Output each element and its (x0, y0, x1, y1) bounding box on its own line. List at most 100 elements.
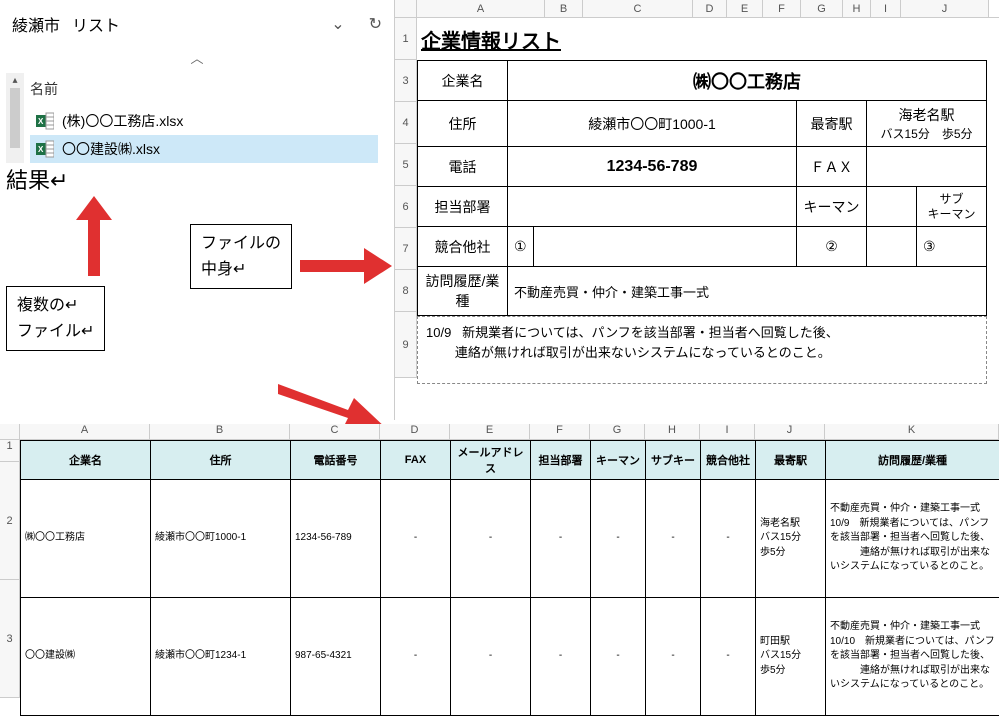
result-cell[interactable]: - (451, 598, 531, 716)
col-header[interactable]: H (843, 0, 871, 17)
result-cell[interactable]: - (591, 598, 646, 716)
col-header[interactable]: B (150, 424, 290, 440)
result-cell[interactable]: 不動産売買・仲介・建築工事一式 10/10 新規業者については、パンフを該当部署… (826, 598, 999, 716)
col-header[interactable]: K (825, 424, 999, 440)
col-header[interactable]: J (755, 424, 825, 440)
select-all-cell[interactable] (395, 0, 417, 17)
result-cell[interactable]: ㈱〇〇工務店 (21, 480, 151, 598)
result-cell[interactable]: 町田駅 バス15分 歩5分 (756, 598, 826, 716)
row-header[interactable]: 3 (395, 60, 417, 102)
result-header-cell[interactable]: サブキー (646, 441, 701, 480)
result-header-cell[interactable]: 競合他社 (701, 441, 756, 480)
company-info-table[interactable]: 企業名 ㈱〇〇工務店 住所 綾瀬市〇〇町1000-1 最寄駅 海老名駅 バス15… (417, 60, 987, 316)
col-header[interactable]: A (417, 0, 545, 17)
result-header-cell[interactable]: 企業名 (21, 441, 151, 480)
label-visit[interactable]: 訪問履歴/業種 (418, 267, 508, 316)
result-header-cell[interactable]: FAX (381, 441, 451, 480)
col-header[interactable]: J (901, 0, 989, 17)
col-header[interactable]: I (700, 424, 755, 440)
label-competitor[interactable]: 競合他社 (418, 227, 508, 267)
value-address[interactable]: 綾瀬市〇〇町1000-1 (508, 101, 797, 147)
result-header-cell[interactable]: メールアドレス (451, 441, 531, 480)
row-header[interactable]: 8 (395, 270, 417, 312)
result-cell[interactable]: - (591, 480, 646, 598)
result-cell[interactable]: - (381, 480, 451, 598)
result-cell[interactable]: - (531, 480, 591, 598)
col-header[interactable]: C (290, 424, 380, 440)
memo-cell[interactable]: 10/9 新規業者については、パンフを該当部署・担当者へ回覧した後、 連絡が無け… (417, 316, 987, 384)
sheet-title[interactable]: 企業情報リスト (417, 18, 999, 60)
col-header[interactable]: C (583, 0, 693, 17)
result-cell[interactable]: - (701, 598, 756, 716)
label-dept[interactable]: 担当部署 (418, 187, 508, 227)
col-header[interactable]: A (20, 424, 150, 440)
result-header-cell[interactable]: 最寄駅 (756, 441, 826, 480)
row-header[interactable]: 4 (395, 102, 417, 144)
result-cell[interactable]: 綾瀬市〇〇町1000-1 (151, 480, 291, 598)
view-mode-label[interactable]: リスト (72, 12, 120, 36)
value-company[interactable]: ㈱〇〇工務店 (508, 61, 987, 101)
row-header[interactable]: 9 (395, 312, 417, 378)
comp-val2[interactable] (867, 227, 917, 267)
name-column-header[interactable]: 名前 (30, 73, 378, 107)
col-header[interactable]: I (871, 0, 901, 17)
label-keyman[interactable]: キーマン (797, 187, 867, 227)
comp-num2[interactable]: ② (797, 227, 867, 267)
row-header[interactable]: 1 (395, 18, 417, 60)
select-all-cell[interactable] (0, 424, 20, 440)
label-subkeyman[interactable]: サブ キーマン (917, 187, 987, 227)
result-cell[interactable]: - (701, 480, 756, 598)
label-phone[interactable]: 電話 (418, 147, 508, 187)
result-header-cell[interactable]: 担当部署 (531, 441, 591, 480)
result-cell[interactable]: 〇〇建設㈱ (21, 598, 151, 716)
col-header[interactable]: D (693, 0, 727, 17)
scroll-thumb[interactable] (10, 88, 20, 148)
col-header[interactable]: E (727, 0, 763, 17)
result-header-cell[interactable]: 住所 (151, 441, 291, 480)
label-company[interactable]: 企業名 (418, 61, 508, 101)
scroll-up-icon[interactable]: ▴ (12, 75, 17, 86)
comp-num3[interactable]: ③ (917, 227, 987, 267)
result-header-cell[interactable]: キーマン (591, 441, 646, 480)
row-header[interactable]: 3 (0, 580, 20, 698)
value-dept[interactable] (508, 187, 797, 227)
result-cell[interactable]: 綾瀬市〇〇町1234-1 (151, 598, 291, 716)
comp-num1[interactable]: ① (508, 227, 534, 267)
result-cell[interactable]: 不動産売買・仲介・建築工事一式 10/9 新規業者については、パンフを該当部署・… (826, 480, 999, 598)
result-cell[interactable]: 1234-56-789 (291, 480, 381, 598)
chevron-up-icon[interactable]: ︿ (6, 48, 388, 67)
value-fax[interactable] (867, 147, 987, 187)
value-keyman[interactable] (867, 187, 917, 227)
result-table[interactable]: 企業名住所電話番号FAXメールアドレス担当部署キーマンサブキー競合他社最寄駅訪問… (20, 440, 999, 716)
refresh-icon[interactable]: ↻ (369, 14, 382, 34)
col-header[interactable]: G (801, 0, 843, 17)
label-fax[interactable]: ＦＡＸ (797, 147, 867, 187)
result-cell[interactable]: - (646, 480, 701, 598)
value-phone[interactable]: 1234-56-789 (508, 147, 797, 187)
col-header[interactable]: E (450, 424, 530, 440)
value-station[interactable]: 海老名駅 バス15分 歩5分 (867, 101, 987, 147)
col-header[interactable]: F (763, 0, 801, 17)
result-cell[interactable]: 海老名駅 バス15分 歩5分 (756, 480, 826, 598)
col-header[interactable]: D (380, 424, 450, 440)
result-cell[interactable]: - (531, 598, 591, 716)
scrollbar[interactable]: ▴ (6, 73, 24, 163)
result-header-cell[interactable]: 訪問履歴/業種 (826, 441, 999, 480)
value-visit[interactable]: 不動産売買・仲介・建築工事一式 (508, 267, 987, 316)
comp-val1[interactable] (533, 227, 796, 267)
chevron-down-icon[interactable]: ⌄ (331, 14, 344, 34)
result-cell[interactable]: - (451, 480, 531, 598)
label-station[interactable]: 最寄駅 (797, 101, 867, 147)
row-header[interactable]: 7 (395, 228, 417, 270)
col-header[interactable]: B (545, 0, 583, 17)
table-row[interactable]: 〇〇建設㈱綾瀬市〇〇町1234-1987-65-4321------町田駅 バス… (21, 598, 999, 716)
table-row[interactable]: ㈱〇〇工務店綾瀬市〇〇町1000-11234-56-789------海老名駅 … (21, 480, 999, 598)
result-header-cell[interactable]: 電話番号 (291, 441, 381, 480)
col-header[interactable]: G (590, 424, 645, 440)
row-header[interactable]: 5 (395, 144, 417, 186)
file-item[interactable]: X (株)〇〇工務店.xlsx (30, 107, 378, 135)
folder-name[interactable]: 綾瀬市 (12, 12, 60, 36)
result-cell[interactable]: - (646, 598, 701, 716)
col-header[interactable]: F (530, 424, 590, 440)
col-header[interactable]: H (645, 424, 700, 440)
